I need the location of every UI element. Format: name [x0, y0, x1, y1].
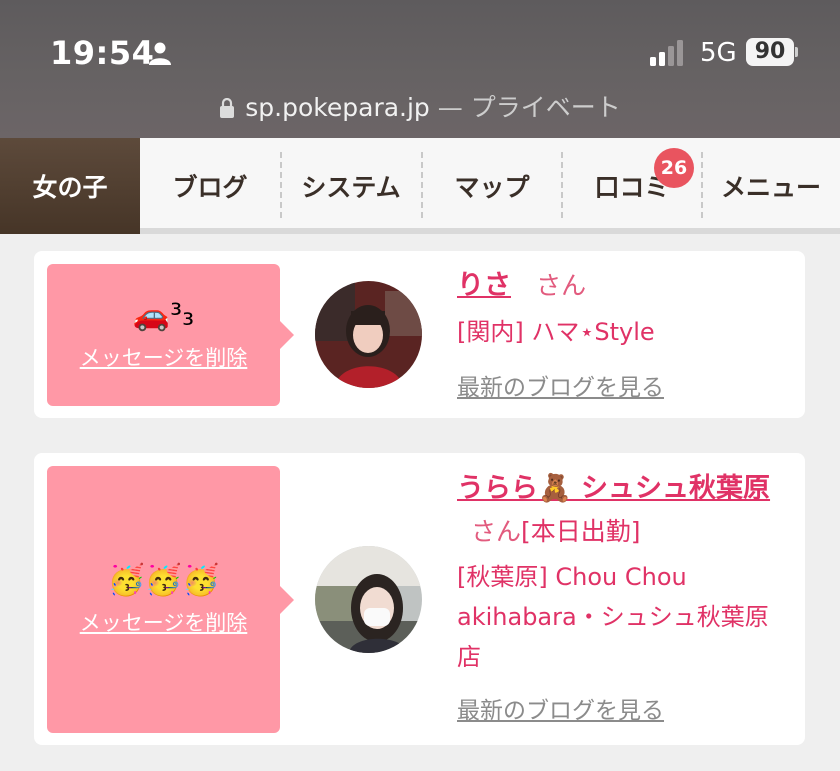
address-bar[interactable]: sp.pokepara.jp — プライベート: [0, 88, 840, 124]
message-emoji: 🥳🥳🥳: [107, 562, 220, 598]
network-type: 5G: [700, 38, 737, 68]
private-mode-label: — プライベート: [437, 93, 621, 122]
message-panel: 🥳🥳🥳 メッセージを削除: [47, 466, 294, 733]
girl-name-link[interactable]: りさ: [457, 270, 511, 301]
girl-name-link[interactable]: うらら🧸 シュシュ秋葉原: [457, 473, 770, 504]
message-card: 🥳🥳🥳 メッセージを削除 うらら🧸 シュシュ秋葉原 さん[本日出勤] [秋葉原]…: [34, 453, 805, 745]
shop-name[interactable]: [関内] ハマ⋆Style: [457, 312, 787, 352]
tab-menu[interactable]: メニュー: [702, 138, 840, 234]
avatar[interactable]: [315, 546, 422, 653]
today-status: [本日出勤]: [521, 517, 641, 546]
latest-blog-link[interactable]: 最新のブログを見る: [457, 368, 787, 402]
honorific: さん: [471, 517, 522, 546]
url-text: sp.pokepara.jp: [245, 93, 430, 122]
girl-info: うらら🧸 シュシュ秋葉原 さん[本日出勤] [秋葉原] Chou Chou ak…: [457, 469, 787, 725]
shop-name[interactable]: [秋葉原] Chou Chou akihabara・シュシュ秋葉原店: [457, 557, 787, 677]
tab-blog[interactable]: ブログ: [140, 138, 280, 234]
message-panel: 🚗³₃ メッセージを削除: [47, 264, 294, 406]
delete-message-link[interactable]: メッセージを削除: [80, 342, 248, 372]
tab-girls[interactable]: 女の子: [0, 138, 140, 234]
latest-blog-link[interactable]: 最新のブログを見る: [457, 691, 787, 725]
honorific: さん: [536, 271, 587, 300]
delete-message-link[interactable]: メッセージを削除: [80, 607, 248, 637]
avatar[interactable]: [315, 281, 422, 388]
message-emoji: 🚗³₃: [132, 298, 195, 333]
main-nav: 女の子 ブログ システム マップ 口コミ メニュー: [0, 138, 840, 234]
message-card: 🚗³₃ メッセージを削除 りさ さん [関内] ハマ⋆Style 最新のブログを…: [34, 251, 805, 418]
lock-icon: [220, 98, 235, 118]
girl-info: りさ さん [関内] ハマ⋆Style 最新のブログを見る: [457, 267, 787, 402]
battery-icon: 90: [746, 38, 798, 66]
browser-chrome: 19:54 5G 90 sp.pokepara.jp — プライベート: [0, 0, 840, 138]
battery-level: 90: [746, 38, 794, 66]
tab-system[interactable]: システム: [281, 138, 421, 234]
tab-map[interactable]: マップ: [422, 138, 562, 234]
status-time: 19:54: [50, 34, 155, 72]
person-icon: [149, 42, 171, 65]
reviews-count-badge: 26: [654, 148, 694, 188]
cellular-signal-icon: [650, 40, 683, 66]
